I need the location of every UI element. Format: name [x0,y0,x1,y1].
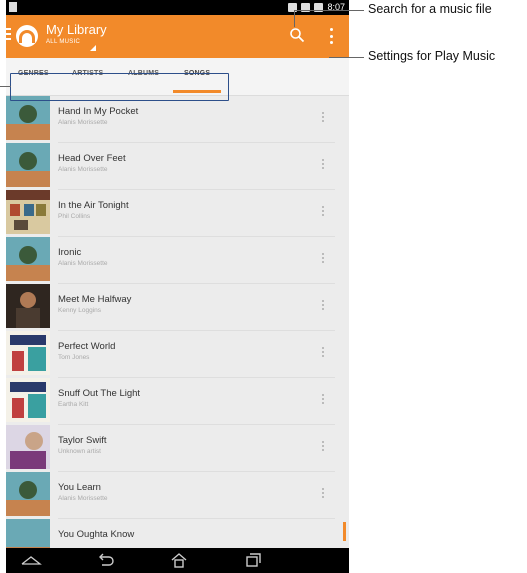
library-title[interactable]: My Library [46,22,107,37]
album-art [6,378,50,422]
song-artist: Tom Jones [58,354,90,361]
search-callout-line-vertical [294,10,295,27]
home-icon[interactable] [170,552,188,568]
album-art [6,237,50,281]
song-artist: Kenny Loggins [58,307,102,314]
song-title: Perfect World [58,341,116,352]
more-options-icon[interactable] [322,488,324,498]
more-options-icon[interactable] [322,112,324,122]
song-title: In the Air Tonight [58,200,129,211]
tabs-callout-line [0,86,11,87]
song-artist: Phil Collins [58,213,91,220]
song-title: Meet Me Halfway [58,294,132,305]
list-item[interactable]: Head Over Feet Alanis Morissette [6,143,349,190]
overflow-menu-icon[interactable] [330,28,334,44]
song-artist: Alanis Morissette [58,166,108,173]
song-title: You Learn [58,482,101,493]
album-art [6,190,50,234]
list-item[interactable]: Hand In My Pocket Alanis Morissette [6,96,349,143]
album-art [6,96,50,140]
action-bar: My Library ALL MUSIC [6,15,349,58]
scrollbar-thumb[interactable] [343,522,346,541]
tabs-callout-box [10,73,229,101]
recent-apps-icon[interactable] [244,553,262,567]
album-art [6,425,50,469]
more-options-icon[interactable] [322,159,324,169]
settings-callout-line [329,57,364,58]
more-options-icon[interactable] [322,300,324,310]
dropdown-caret-icon[interactable] [90,45,96,51]
more-options-icon[interactable] [322,206,324,216]
list-item[interactable]: In the Air Tonight Phil Collins [6,190,349,237]
search-icon[interactable] [289,27,305,43]
settings-annotation: Settings for Play Music [368,49,496,63]
drawer-menu-icon[interactable] [6,28,11,42]
back-icon[interactable] [96,553,116,567]
more-options-icon[interactable] [322,394,324,404]
notification-icon [9,2,17,12]
album-art [6,331,50,375]
library-subtitle[interactable]: ALL MUSIC [46,39,80,45]
more-options-icon[interactable] [322,253,324,263]
navigation-bar [6,548,349,573]
song-title: Snuff Out The Light [58,388,141,399]
song-title: Ironic [58,247,82,258]
song-artist: Eartha Kitt [58,401,89,408]
list-item[interactable]: Meet Me Halfway Kenny Loggins [6,284,349,331]
list-item[interactable]: You Learn Alanis Morissette [6,472,349,519]
search-annotation: Search for a music file [368,2,492,16]
more-options-icon[interactable] [322,347,324,357]
album-art [6,143,50,187]
list-item[interactable]: Ironic Alanis Morissette [6,237,349,284]
song-title: Hand In My Pocket [58,106,139,117]
headphones-icon[interactable] [16,25,38,47]
song-title: Taylor Swift [58,435,107,446]
search-callout-line-horizontal [294,10,364,11]
song-artist: Alanis Morissette [58,260,108,267]
song-title: Head Over Feet [58,153,126,164]
status-bar: 8:07 [6,0,349,15]
list-item[interactable]: Taylor Swift Unknown artist [6,425,349,472]
list-item[interactable]: Perfect World Tom Jones [6,331,349,378]
song-title: You Oughta Know [58,529,135,540]
song-artist: Alanis Morissette [58,119,108,126]
list-item[interactable]: Snuff Out The Light Eartha Kitt [6,378,349,425]
song-artist: Alanis Morissette [58,495,108,502]
more-options-icon[interactable] [322,441,324,451]
song-list: Hand In My Pocket Alanis Morissette Head… [6,96,349,566]
song-artist: Unknown artist [58,448,101,455]
collapse-icon[interactable] [20,554,42,566]
album-art [6,472,50,516]
album-art [6,284,50,328]
